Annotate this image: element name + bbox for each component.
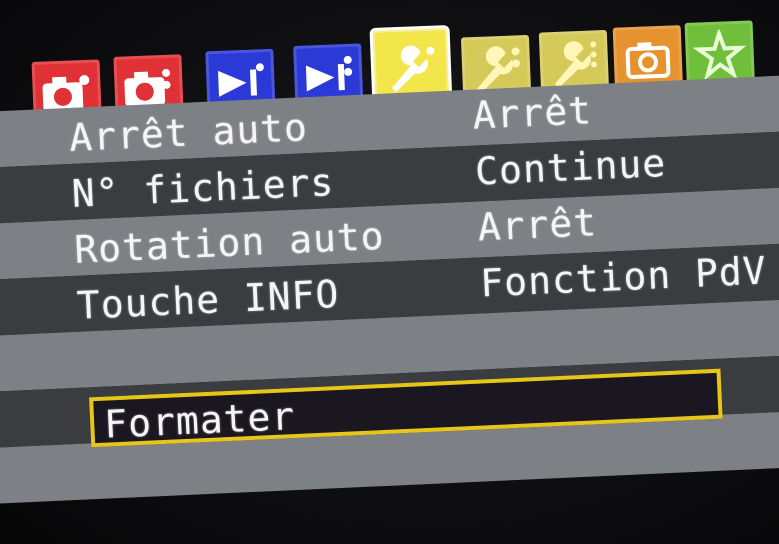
menu-item-value: Continue — [474, 140, 668, 194]
setup-3-icon — [554, 41, 598, 88]
custom-functions-icon — [625, 42, 671, 79]
menu-item-value: Fonction PdV — [479, 248, 768, 306]
setup-1-icon — [391, 45, 435, 93]
menu-item-label: Arrêt auto — [68, 105, 309, 160]
menu-item-label: Formater — [103, 394, 297, 447]
menu-item-label: Touche INFO — [75, 271, 341, 328]
menu-item-label: N° fichiers — [70, 160, 336, 216]
my-menu-icon — [692, 28, 747, 81]
menu-item-value: Arrêt — [471, 88, 593, 138]
settings-menu-list: Arrêt auto Arrêt N° fichiers Continue Ro… — [0, 73, 779, 532]
menu-item-value: Arrêt — [476, 200, 599, 250]
camera-lcd-screen: Arrêt auto Arrêt N° fichiers Continue Ro… — [0, 0, 779, 544]
